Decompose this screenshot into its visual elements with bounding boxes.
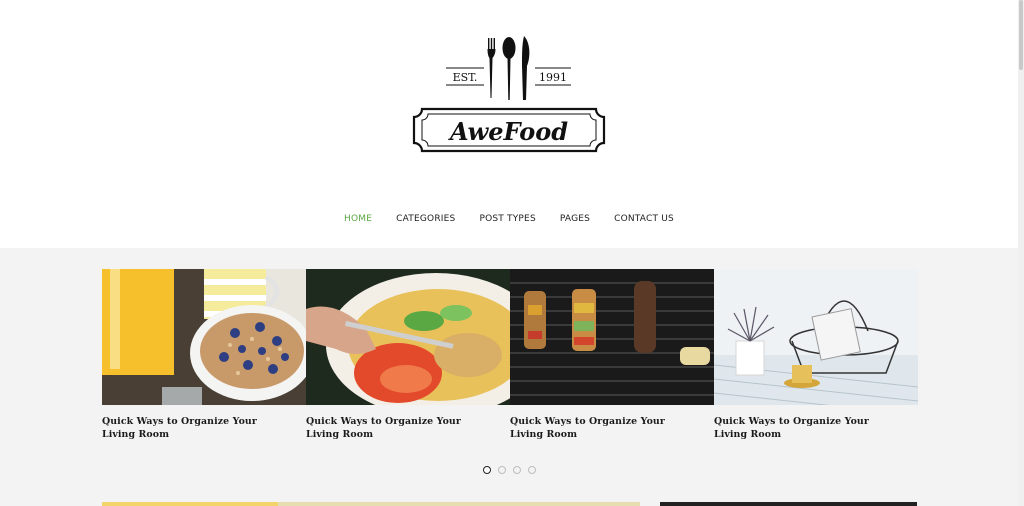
scrollbar-thumb[interactable] bbox=[1019, 0, 1023, 70]
slide-image-salad[interactable] bbox=[306, 269, 510, 405]
slide-4[interactable]: Quick Ways to Organize Your Living Room bbox=[714, 269, 918, 441]
nav-item-categories[interactable]: CATEGORIES bbox=[396, 208, 455, 230]
site-logo[interactable]: EST. 1991 AweFood bbox=[408, 32, 610, 158]
main-nav: HOME CATEGORIES POST TYPES PAGES CONTACT… bbox=[0, 208, 1018, 230]
nav-item-home[interactable]: HOME bbox=[344, 208, 372, 230]
next-section-image-2 bbox=[278, 502, 640, 506]
slide-image-grill[interactable] bbox=[510, 269, 714, 405]
brand-name: AweFood bbox=[448, 117, 568, 146]
nav-item-contact-us[interactable]: CONTACT US bbox=[614, 208, 674, 230]
slide-title[interactable]: Quick Ways to Organize Your Living Room bbox=[102, 415, 282, 441]
slide-2[interactable]: Quick Ways to Organize Your Living Room bbox=[306, 269, 510, 441]
slide-1[interactable]: Quick Ways to Organize Your Living Room bbox=[102, 269, 306, 441]
slider-dot-2[interactable] bbox=[498, 466, 506, 474]
site-header: EST. 1991 AweFood HOME CATEGORIES POST T… bbox=[0, 0, 1018, 248]
slide-title[interactable]: Quick Ways to Organize Your Living Room bbox=[510, 415, 690, 441]
est-label: EST. bbox=[453, 71, 478, 84]
awefood-logo-icon: EST. 1991 AweFood bbox=[412, 36, 606, 153]
next-section-image-1 bbox=[102, 502, 278, 506]
slider-dot-3[interactable] bbox=[513, 466, 521, 474]
slide-3[interactable]: Quick Ways to Organize Your Living Room bbox=[510, 269, 714, 441]
next-section-widget bbox=[660, 502, 917, 506]
nav-item-pages[interactable]: PAGES bbox=[560, 208, 590, 230]
year-label: 1991 bbox=[539, 71, 567, 84]
slide-image-basket[interactable] bbox=[714, 269, 918, 405]
slider-dot-1[interactable] bbox=[483, 466, 491, 474]
slider-pagination bbox=[483, 466, 536, 474]
slide-image-breakfast[interactable] bbox=[102, 269, 306, 405]
slide-title[interactable]: Quick Ways to Organize Your Living Room bbox=[714, 415, 894, 441]
nav-item-post-types[interactable]: POST TYPES bbox=[479, 208, 535, 230]
slider-dot-4[interactable] bbox=[528, 466, 536, 474]
slide-title[interactable]: Quick Ways to Organize Your Living Room bbox=[306, 415, 486, 441]
page-scrollbar[interactable] bbox=[1018, 0, 1024, 506]
featured-slider: Quick Ways to Organize Your Living Room … bbox=[102, 269, 918, 444]
